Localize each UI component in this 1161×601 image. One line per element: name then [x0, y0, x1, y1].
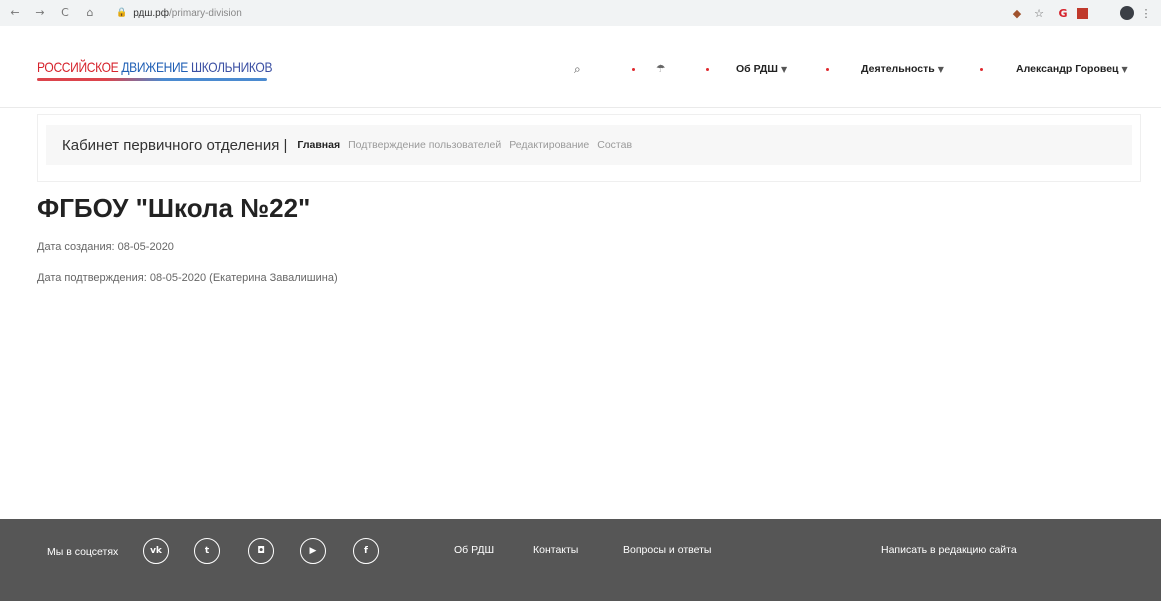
- nav-about-dropdown[interactable]: Об РДШ ▼: [736, 59, 787, 80]
- profile-avatar[interactable]: [1119, 5, 1135, 21]
- nav-separator-dot: [632, 68, 635, 71]
- lock-icon: 🔒: [116, 8, 128, 18]
- menu-kebab-icon[interactable]: ⋮: [1141, 5, 1152, 21]
- top-navigation: ⌕ ☂ Об РДШ ▼ Деятельность ▼ Александр Горо…: [0, 59, 1161, 79]
- umbrella-icon[interactable]: ☂: [656, 59, 665, 79]
- tab-members[interactable]: Состав: [597, 139, 632, 151]
- nav-separator-dot: [980, 68, 983, 71]
- ext-square-icon[interactable]: [1075, 5, 1089, 21]
- cabinet-panel: Кабинет первичного отделения | Главная П…: [38, 115, 1140, 181]
- facebook-icon[interactable]: f: [353, 538, 379, 564]
- nav-separator-dot: [826, 68, 829, 71]
- youtube-icon[interactable]: ▶: [300, 538, 326, 564]
- vk-icon[interactable]: vk: [143, 538, 169, 564]
- ext-red-icon[interactable]: G: [1055, 5, 1071, 21]
- url-host: рдш.рф: [133, 7, 169, 19]
- instagram-icon[interactable]: ◘: [248, 538, 274, 564]
- back-arrow-icon[interactable]: ←: [8, 6, 22, 20]
- nav-activity-label: Деятельность: [861, 63, 935, 75]
- tab-confirm-users[interactable]: Подтверждение пользователей: [348, 139, 501, 151]
- created-date: Дата создания: 08-05-2020: [37, 241, 174, 253]
- tab-edit[interactable]: Редактирование: [509, 139, 589, 151]
- user-name: Александр Горовец: [1016, 63, 1119, 75]
- user-menu-dropdown[interactable]: Александр Горовец ▼: [1016, 59, 1128, 80]
- cabinet-tabbar: Кабинет первичного отделения | Главная П…: [46, 125, 1132, 165]
- footer-link-write-editor[interactable]: Написать в редакцию сайта: [881, 544, 1017, 556]
- home-icon[interactable]: ⌂: [83, 6, 97, 20]
- confirmed-date: Дата подтверждения: 08-05-2020 (Екатерин…: [37, 272, 338, 284]
- reload-icon[interactable]: C: [58, 6, 72, 20]
- social-label: Мы в соцсетях: [47, 546, 119, 558]
- cabinet-title: Кабинет первичного отделения |: [62, 136, 288, 154]
- twitter-icon[interactable]: t: [194, 538, 220, 564]
- chevron-down-icon: ▼: [937, 65, 944, 74]
- ext-shield-icon[interactable]: ◆: [1010, 5, 1024, 21]
- site-header: РОССИЙСКОЕ ДВИЖЕНИЕ ШКОЛЬНИКОВ ⌕ ☂ Об РД…: [0, 26, 1161, 108]
- chevron-down-icon: ▼: [1121, 65, 1128, 74]
- footer-link-about[interactable]: Об РДШ: [454, 544, 494, 556]
- star-icon[interactable]: ☆: [1032, 5, 1046, 21]
- footer-link-contacts[interactable]: Контакты: [533, 544, 578, 556]
- forward-arrow-icon[interactable]: →: [33, 6, 47, 20]
- browser-toolbar: ← → C ⌂ 🔒 рдш.рф /primary-division ◆ ☆ G…: [0, 0, 1161, 26]
- address-bar[interactable]: 🔒 рдш.рф /primary-division: [108, 4, 1038, 22]
- footer-link-faq[interactable]: Вопросы и ответы: [623, 544, 711, 556]
- page-title: ФГБОУ "Школа №22": [37, 193, 311, 223]
- nav-about-label: Об РДШ: [736, 63, 778, 75]
- nav-activity-dropdown[interactable]: Деятельность ▼: [861, 59, 944, 80]
- chevron-down-icon: ▼: [780, 65, 788, 74]
- tab-main[interactable]: Главная: [297, 139, 340, 151]
- nav-separator-dot: [706, 68, 709, 71]
- search-icon[interactable]: ⌕: [574, 59, 581, 79]
- site-footer: Мы в соцсетях Об РДШ Контакты Вопросы и …: [0, 519, 1161, 601]
- url-path: /primary-division: [168, 7, 242, 19]
